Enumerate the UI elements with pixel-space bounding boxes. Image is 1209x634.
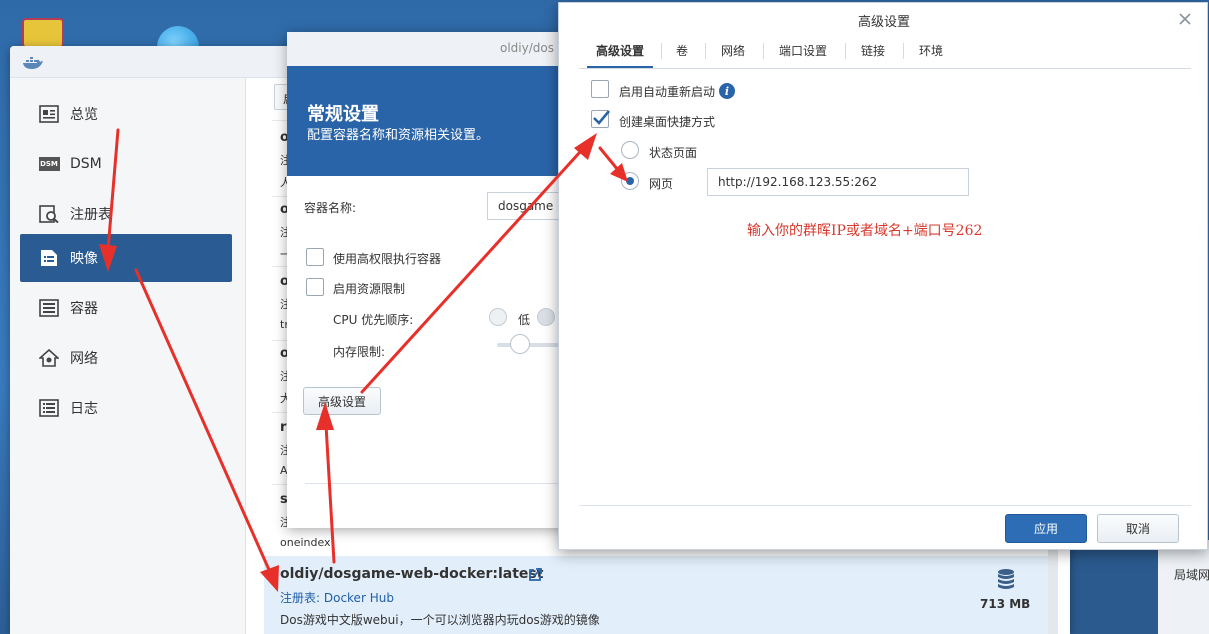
list-item-selected[interactable]: oldiy/dosgame-web-docker:latest 注册表: Doc… — [264, 556, 1052, 634]
dialog-subtitle: 配置容器名称和资源相关设置。 — [307, 128, 490, 143]
general-settings-dialog: oldiy/dos 常规设置 配置容器名称和资源相关设置。 容器名称: dosg… — [287, 32, 587, 528]
sidebar-item-label: 映像 — [70, 251, 98, 267]
divider — [305, 483, 587, 484]
resource-limit-label: 启用资源限制 — [333, 282, 406, 296]
tab-environment[interactable]: 环境 — [909, 35, 953, 65]
privileged-checkbox[interactable] — [306, 248, 324, 266]
tab-divider — [661, 43, 662, 59]
log-icon — [38, 398, 60, 418]
close-icon[interactable] — [1175, 9, 1195, 29]
cancel-button[interactable]: 取消 — [1097, 514, 1179, 543]
tab-port-settings[interactable]: 端口设置 — [769, 35, 837, 65]
tab-volume[interactable]: 卷 — [667, 35, 697, 65]
window-title: oldiy/dos — [500, 41, 554, 55]
sidebar-item-label: 注册表 — [70, 207, 112, 223]
sidebar-item-label: 日志 — [70, 401, 98, 417]
list-item-name: r — [280, 420, 287, 435]
sidebar-item-label: 网络 — [70, 351, 98, 367]
external-link-icon[interactable] — [528, 568, 542, 582]
tab-divider — [705, 43, 706, 59]
background-window: 局域网 — [1068, 540, 1209, 634]
divider — [579, 505, 1191, 506]
webpage-label: 网页 — [649, 177, 674, 191]
sidebar: 总览 DSM DSM 注册表 映像 容器 网络 日志 — [10, 78, 246, 634]
webpage-url-input[interactable]: http://192.168.123.55:262 — [707, 168, 969, 196]
cpu-priority-label: CPU 优先顺序: — [333, 313, 414, 327]
image-size: 713 MB — [980, 597, 1031, 611]
sidebar-item-label: 总览 — [70, 107, 98, 123]
advanced-settings-dialog: 高级设置 高级设置 卷 网络 端口设置 链接 环境 启用自动重新启动 i 创建桌… — [558, 2, 1208, 550]
tab-advanced[interactable]: 高级设置 — [587, 35, 653, 68]
sidebar-item-dsm[interactable]: DSM DSM — [20, 140, 232, 188]
auto-restart-label: 启用自动重新启动 — [619, 85, 716, 99]
annotation-text: 输入你的群晖IP或者域名+端口号262 — [747, 223, 983, 239]
dialog-title: 高级设置 — [857, 15, 910, 30]
sidebar-item-container[interactable]: 容器 — [20, 284, 232, 332]
database-icon — [998, 569, 1014, 589]
dialog-title: 常规设置 — [307, 104, 379, 125]
image-description: Dos游戏中文版webui，一个可以浏览器内玩dos游戏的镜像 — [280, 613, 600, 627]
lan-label: 局域网 — [1174, 568, 1209, 582]
sidebar-item-label: DSM — [70, 156, 102, 172]
sidebar-item-overview[interactable]: 总览 — [20, 90, 232, 138]
image-icon — [38, 248, 60, 268]
window-titlebar: oldiy/dos — [287, 32, 587, 66]
cpu-medium-radio[interactable] — [537, 308, 555, 326]
network-icon — [38, 348, 60, 368]
sidebar-item-log[interactable]: 日志 — [20, 384, 232, 432]
sidebar-item-network[interactable]: 网络 — [20, 334, 232, 382]
privileged-label: 使用高权限执行容器 — [333, 252, 442, 266]
desktop-shortcut-checkbox[interactable] — [591, 110, 610, 128]
docker-whale-icon — [23, 57, 43, 69]
memory-limit-label: 内存限制: — [333, 345, 386, 359]
dialog-header: 常规设置 配置容器名称和资源相关设置。 — [287, 66, 587, 176]
status-page-radio[interactable] — [621, 141, 639, 159]
info-icon[interactable]: i — [719, 83, 735, 99]
webpage-radio[interactable] — [621, 172, 639, 190]
tab-bar: 高级设置 卷 网络 端口设置 链接 环境 — [579, 35, 1191, 69]
apply-button[interactable]: 应用 — [1005, 514, 1087, 543]
image-name: oldiy/dosgame-web-docker:latest — [280, 566, 544, 582]
list-item-desc: oneindex — [280, 536, 331, 549]
sidebar-item-label: 容器 — [70, 301, 98, 317]
dsm-icon-text: DSM — [38, 157, 60, 171]
background-window-panel — [1068, 540, 1158, 634]
checkmark-icon — [593, 110, 610, 125]
image-registry: 注册表: Docker Hub — [280, 591, 394, 605]
tab-links[interactable]: 链接 — [851, 35, 895, 65]
registry-icon — [38, 204, 60, 224]
auto-restart-checkbox[interactable] — [591, 80, 609, 98]
cpu-low-label: 低 — [518, 313, 531, 327]
tab-divider — [845, 43, 846, 59]
tab-network[interactable]: 网络 — [711, 35, 755, 65]
container-name-label: 容器名称: — [304, 201, 357, 215]
tab-divider — [903, 43, 904, 59]
sidebar-item-registry[interactable]: 注册表 — [20, 190, 232, 238]
cpu-low-radio[interactable] — [489, 308, 507, 326]
tab-divider — [763, 43, 764, 59]
desktop-app-icon[interactable] — [22, 18, 64, 48]
overview-icon — [38, 104, 60, 124]
sidebar-item-image[interactable]: 映像 — [20, 234, 232, 282]
dsm-icon: DSM — [38, 154, 60, 174]
resource-limit-checkbox[interactable] — [306, 278, 324, 296]
advanced-settings-button[interactable]: 高级设置 — [303, 387, 381, 415]
container-icon — [38, 298, 60, 318]
desktop-shortcut-label: 创建桌面快捷方式 — [619, 115, 716, 129]
status-page-label: 状态页面 — [649, 146, 698, 160]
memory-slider-knob[interactable] — [510, 334, 530, 354]
